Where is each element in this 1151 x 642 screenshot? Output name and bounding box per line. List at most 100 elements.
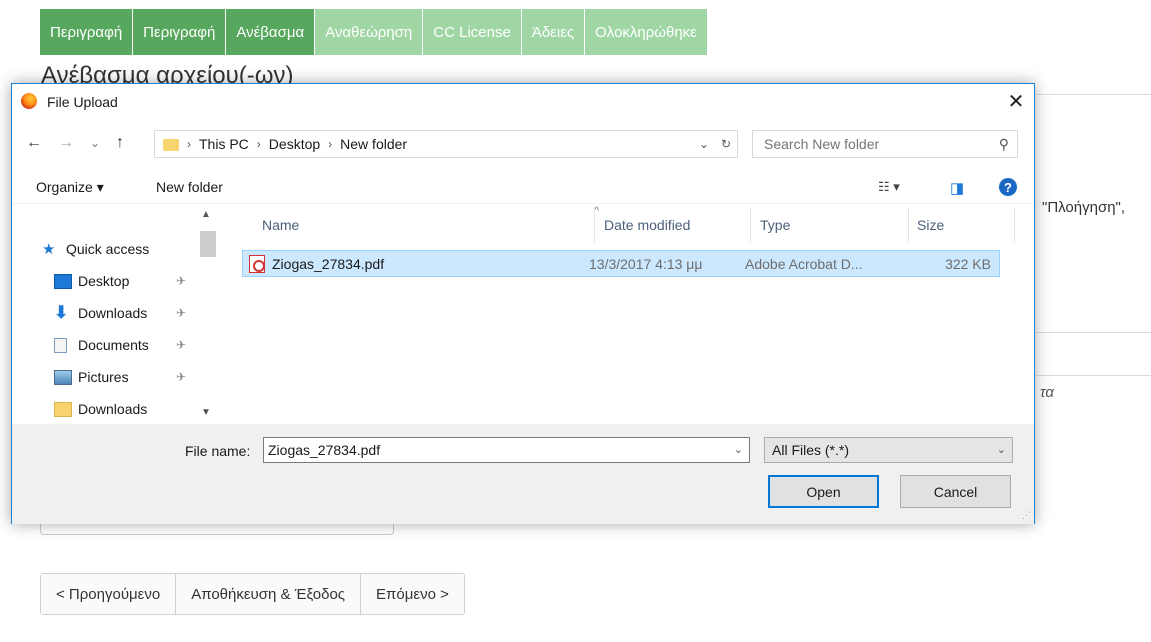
breadcrumb-desktop[interactable]: Desktop xyxy=(269,136,320,152)
step-cc-license: CC License xyxy=(423,9,522,55)
pictures-icon xyxy=(54,369,72,385)
breadcrumb-new-folder[interactable]: New folder xyxy=(340,136,407,152)
pdf-icon xyxy=(249,255,265,273)
wizard-nav: < Προηγούμενο Αποθήκευση & Έξοδος Επόμεν… xyxy=(40,573,465,615)
preview-pane-icon[interactable]: ◨ xyxy=(950,179,964,197)
organize-menu[interactable]: Organize ▾ xyxy=(36,179,104,196)
cancel-button[interactable]: Cancel xyxy=(900,475,1011,508)
file-name-combo: ⌄ xyxy=(263,437,750,463)
nav-item-downloads[interactable]: ⬇ Downloads ✈ xyxy=(54,301,186,325)
file-name-input[interactable] xyxy=(268,442,708,458)
dialog-titlebar[interactable]: File Upload ✕ xyxy=(12,84,1034,122)
nav-item-pictures[interactable]: Pictures ✈ xyxy=(54,365,186,389)
close-icon[interactable]: ✕ xyxy=(998,84,1034,118)
file-name-label: File name: xyxy=(185,443,251,459)
address-row: ← → ⌄ ↑ › This PC › Desktop › New folder… xyxy=(12,130,1034,160)
file-row[interactable]: Ziogas_27834.pdf 13/3/2017 4:13 μμ Adobe… xyxy=(242,250,1000,277)
folder-icon xyxy=(163,139,179,151)
nav-scrollbar[interactable]: ▲ ▼ xyxy=(198,209,216,421)
file-date: 13/3/2017 4:13 μμ xyxy=(589,256,703,272)
scroll-up-icon[interactable]: ▲ xyxy=(201,209,211,220)
column-divider[interactable] xyxy=(594,207,595,243)
resize-grip-icon[interactable]: ⋰ xyxy=(1022,510,1031,521)
column-divider[interactable] xyxy=(908,207,909,243)
dialog-footer: File name: ⌄ All Files (*.*) ⌄ Open Canc… xyxy=(12,424,1034,524)
search-icon[interactable]: ⚲ xyxy=(999,136,1009,153)
search-box: ⚲ xyxy=(752,130,1018,158)
document-icon xyxy=(54,337,67,353)
file-name: Ziogas_27834.pdf xyxy=(272,256,385,272)
wizard-steps: Περιγραφή Περιγραφή Ανέβασμα Αναθεώρηση … xyxy=(40,9,708,55)
change-view-icon[interactable]: ☷ ▾ xyxy=(878,179,900,195)
column-divider[interactable] xyxy=(1014,207,1015,243)
divider xyxy=(1036,375,1151,376)
chevron-down-icon[interactable]: ⌄ xyxy=(699,137,709,151)
step-description-2[interactable]: Περιγραφή xyxy=(133,9,227,55)
address-bar[interactable]: › This PC › Desktop › New folder ⌄ ↻ xyxy=(154,130,738,158)
page-help-italic: τα xyxy=(1040,384,1054,401)
dialog-toolbar: Organize ▾ New folder ☷ ▾ ◨ ? xyxy=(12,172,1034,204)
column-divider[interactable] xyxy=(750,207,751,243)
open-button[interactable]: Open xyxy=(768,475,879,508)
new-folder-button[interactable]: New folder xyxy=(156,179,223,195)
nav-item-label: Pictures xyxy=(78,369,129,385)
file-list: Name ^ Date modified Type Size Ziogas_27… xyxy=(228,205,1028,423)
chevron-down-icon: ⌄ xyxy=(996,444,1006,456)
step-permissions: Άδειες xyxy=(521,9,586,55)
save-exit-button[interactable]: Αποθήκευση & Έξοδος xyxy=(176,574,362,614)
column-size[interactable]: Size xyxy=(917,207,944,243)
help-icon[interactable]: ? xyxy=(999,178,1017,196)
step-review: Αναθεώρηση xyxy=(315,9,424,55)
page: Περιγραφή Περιγραφή Ανέβασμα Αναθεώρηση … xyxy=(0,0,1151,642)
pin-icon[interactable]: ✈ xyxy=(176,370,186,384)
step-description-1[interactable]: Περιγραφή xyxy=(40,9,134,55)
file-type: Adobe Acrobat D... xyxy=(745,256,863,272)
nav-item-quick-access[interactable]: ★ Quick access xyxy=(42,237,149,261)
nav-item-label: Documents xyxy=(78,337,149,353)
page-help-text: "Πλοήγηση", xyxy=(1042,199,1126,216)
navigation-pane: ★ Quick access Desktop ✈ ⬇ Downloads ✈ D… xyxy=(12,207,218,423)
nav-item-label: Downloads xyxy=(78,401,148,417)
chevron-down-icon[interactable]: ⌄ xyxy=(734,443,743,456)
column-name[interactable]: Name xyxy=(262,207,299,243)
column-type[interactable]: Type xyxy=(760,207,790,243)
divider xyxy=(1036,94,1151,95)
file-type-value: All Files (*.*) xyxy=(772,442,850,458)
back-arrow-icon[interactable]: ← xyxy=(26,134,42,152)
file-upload-dialog: File Upload ✕ ← → ⌄ ↑ › This PC › Deskto… xyxy=(11,83,1035,524)
forward-arrow-icon[interactable]: → xyxy=(58,134,74,152)
scroll-thumb[interactable] xyxy=(200,231,216,257)
star-icon: ★ xyxy=(42,241,56,258)
up-arrow-icon[interactable]: ↑ xyxy=(116,134,124,152)
dialog-title: File Upload xyxy=(47,94,118,110)
divider xyxy=(1036,332,1151,333)
pin-icon[interactable]: ✈ xyxy=(176,306,186,320)
breadcrumb-separator: › xyxy=(187,137,191,151)
firefox-icon xyxy=(21,93,37,109)
search-input[interactable] xyxy=(764,136,984,152)
nav-item-desktop[interactable]: Desktop ✈ xyxy=(54,269,186,293)
pin-icon[interactable]: ✈ xyxy=(176,274,186,288)
folder-icon xyxy=(54,401,72,417)
recent-locations-icon[interactable]: ⌄ xyxy=(90,136,100,150)
next-button[interactable]: Επόμενο > xyxy=(361,574,464,614)
nav-item-label: Desktop xyxy=(78,273,130,289)
file-size: 322 KB xyxy=(945,256,991,272)
breadcrumb-this-pc[interactable]: This PC xyxy=(199,136,249,152)
pin-icon[interactable]: ✈ xyxy=(176,338,186,352)
nav-item-downloads-folder[interactable]: Downloads xyxy=(54,397,147,421)
nav-item-label: Downloads xyxy=(78,305,148,321)
step-upload[interactable]: Ανέβασμα xyxy=(226,9,316,55)
breadcrumb-separator: › xyxy=(256,137,261,151)
breadcrumb-separator: › xyxy=(328,137,333,151)
previous-button[interactable]: < Προηγούμενο xyxy=(41,574,177,614)
column-date-modified[interactable]: Date modified xyxy=(604,207,690,243)
nav-item-documents[interactable]: Documents ✈ xyxy=(54,333,186,357)
refresh-icon[interactable]: ↻ xyxy=(721,137,731,151)
download-arrow-icon: ⬇ xyxy=(54,303,69,322)
step-completed: Ολοκληρώθηκε xyxy=(585,9,708,55)
scroll-down-icon[interactable]: ▼ xyxy=(201,407,211,418)
file-type-select[interactable]: All Files (*.*) ⌄ xyxy=(764,437,1013,463)
desktop-icon xyxy=(54,273,72,289)
nav-item-label: Quick access xyxy=(66,241,150,257)
